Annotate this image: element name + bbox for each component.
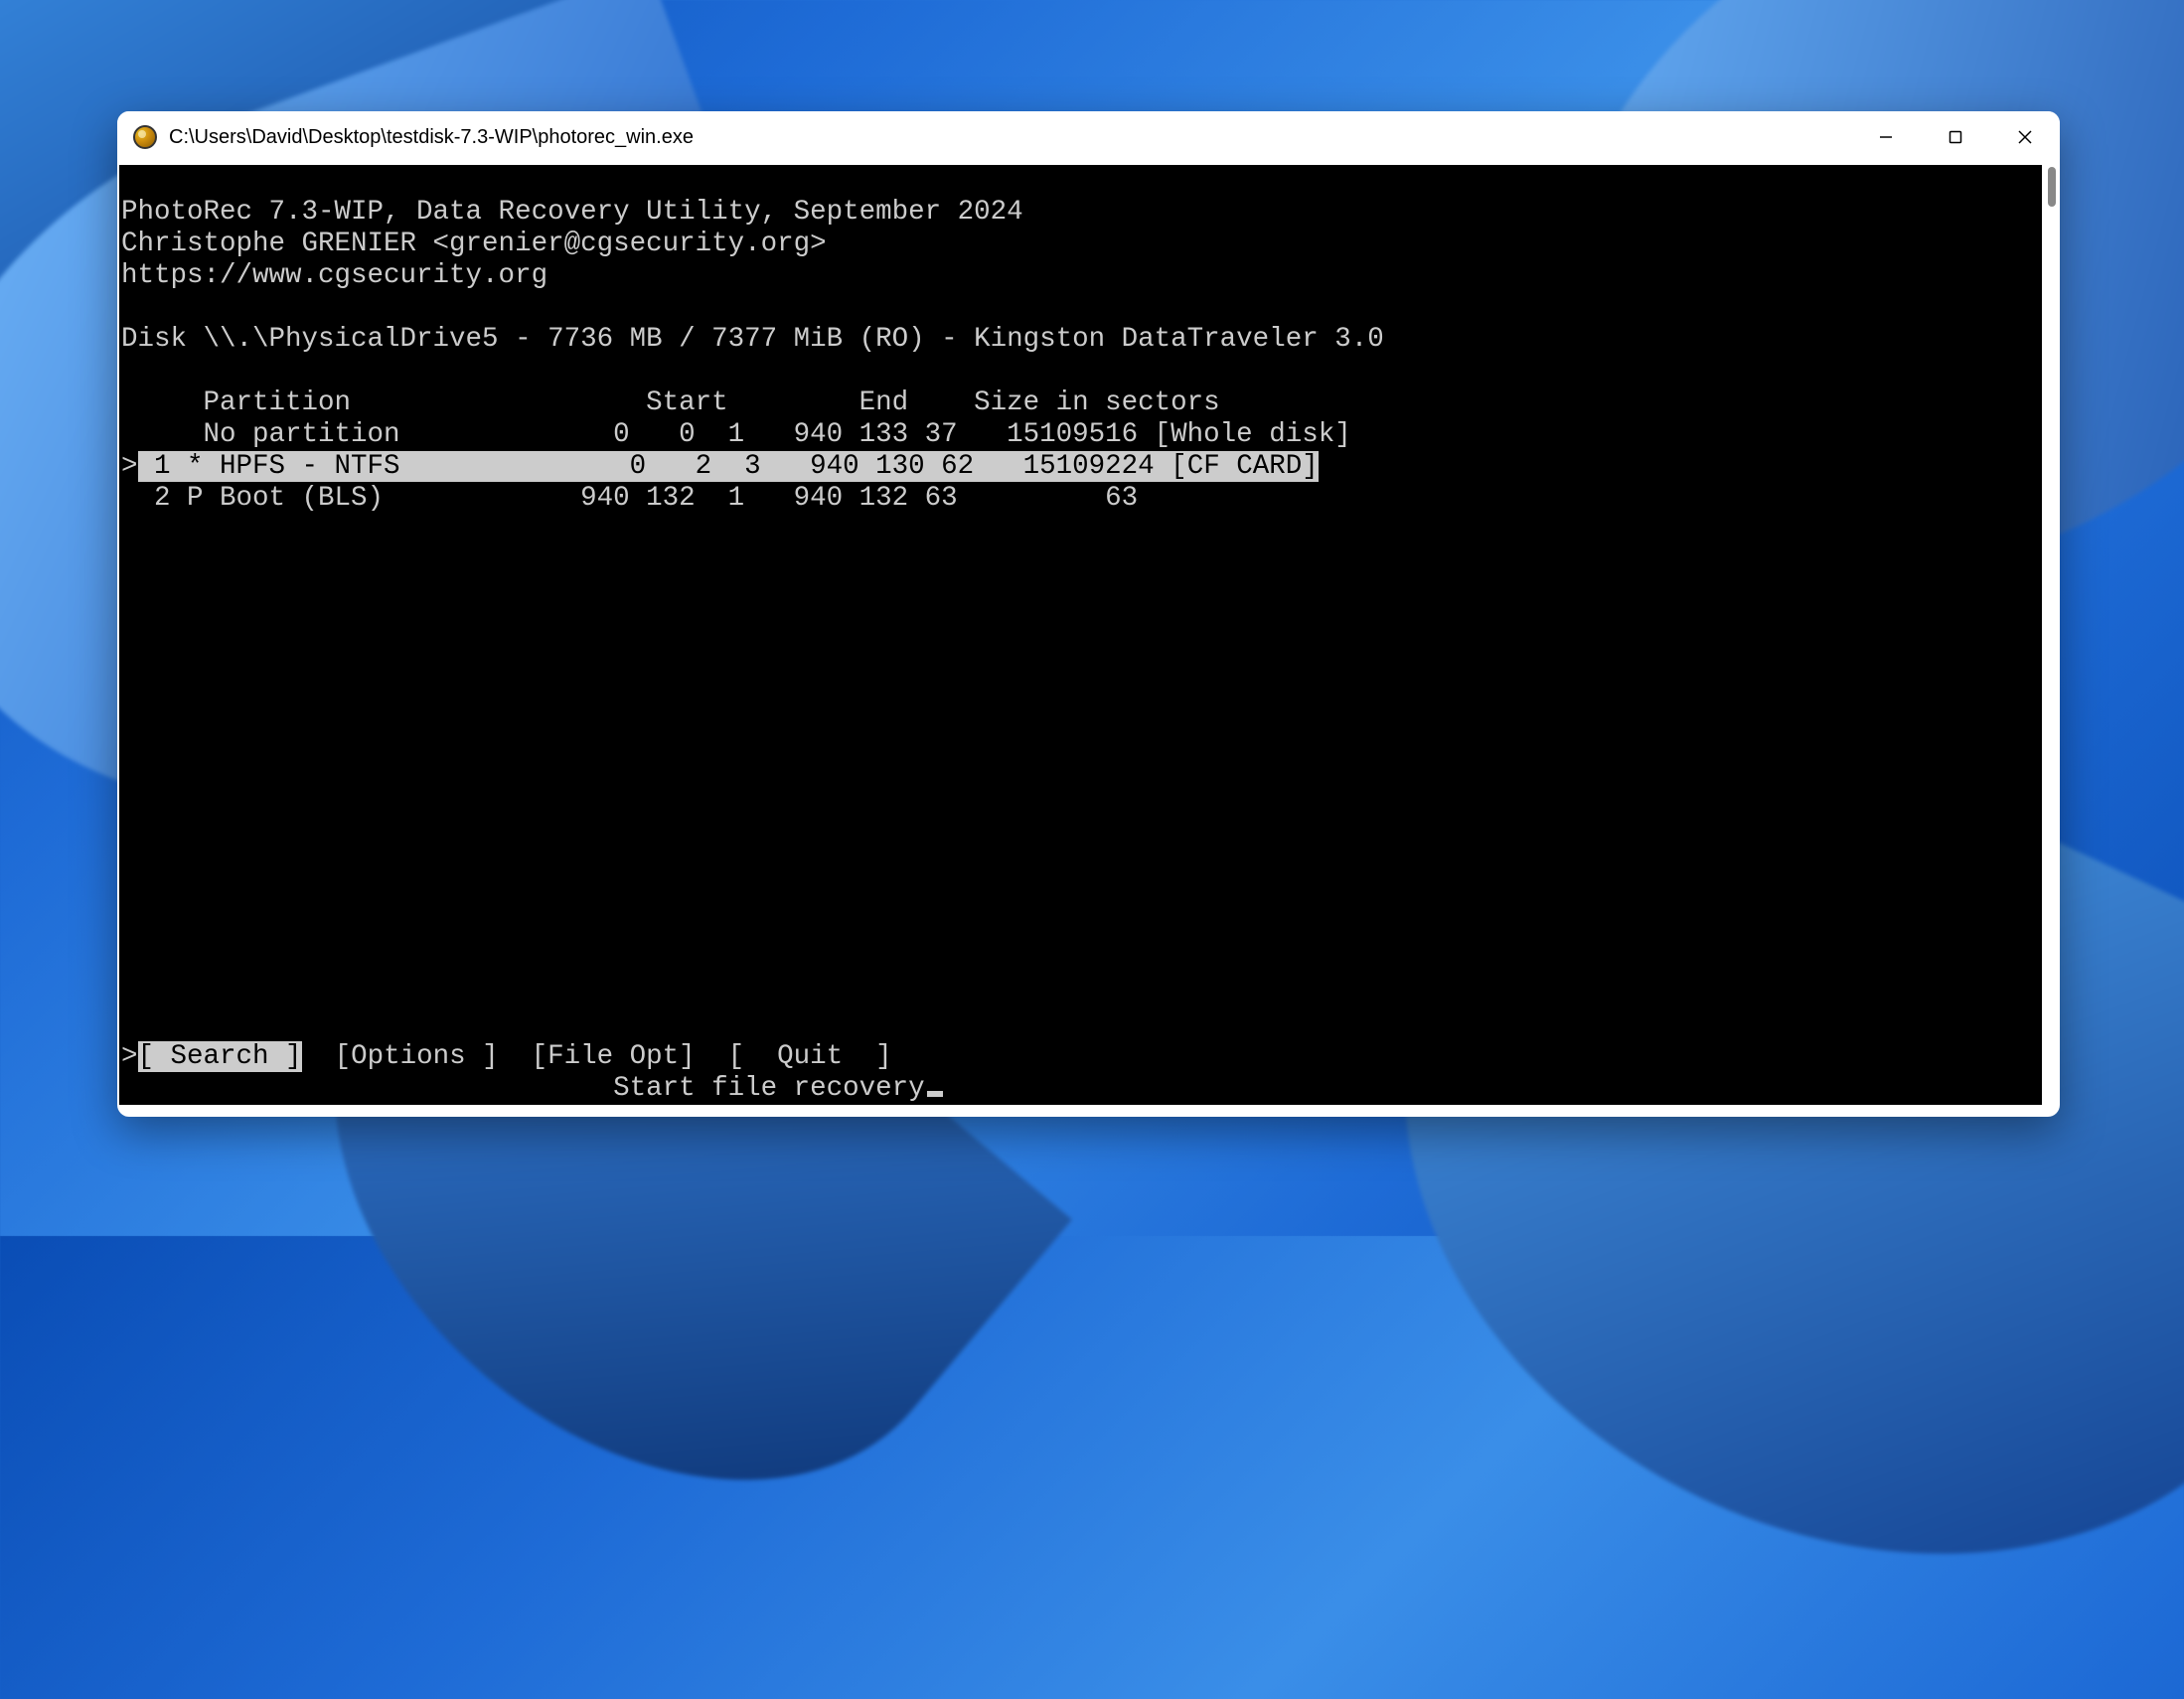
- column-headers: Partition Start End Size in sectors: [121, 387, 1220, 418]
- app-window: C:\Users\David\Desktop\testdisk-7.3-WIP\…: [117, 111, 2060, 1117]
- header-line-3: https://www.cgsecurity.org: [121, 260, 547, 291]
- header-line-2: Christophe GRENIER <grenier@cgsecurity.o…: [121, 229, 827, 259]
- scrollbar[interactable]: [2048, 167, 2056, 207]
- menu-options[interactable]: [Options ]: [335, 1041, 499, 1072]
- header-line-1: PhotoRec 7.3-WIP, Data Recovery Utility,…: [121, 197, 1023, 228]
- app-icon: [133, 125, 157, 149]
- partition-row-boot-bls[interactable]: 2 P Boot (BLS) 940 132 1 940 132 63 63: [121, 483, 1138, 514]
- cursor: [927, 1091, 943, 1097]
- partition-row-no-partition[interactable]: No partition 0 0 1 940 133 37 15109516 […: [121, 419, 1351, 450]
- partition-row-selected-arrow: >: [121, 451, 138, 482]
- maximize-button[interactable]: [1921, 111, 1990, 163]
- menu-hint: Start file recovery: [121, 1073, 925, 1104]
- menu-search[interactable]: [ Search ]: [138, 1041, 302, 1072]
- titlebar[interactable]: C:\Users\David\Desktop\testdisk-7.3-WIP\…: [117, 111, 2060, 163]
- partition-row-hpfs-ntfs[interactable]: 1 * HPFS - NTFS 0 2 3 940 130 62 1510922…: [138, 451, 1319, 482]
- menu-quit[interactable]: [ Quit ]: [728, 1041, 892, 1072]
- window-title: C:\Users\David\Desktop\testdisk-7.3-WIP\…: [169, 126, 1851, 149]
- menu-fileopt[interactable]: [File Opt]: [532, 1041, 696, 1072]
- close-button[interactable]: [1990, 111, 2060, 163]
- minimize-button[interactable]: [1851, 111, 1921, 163]
- menu-arrow: >: [121, 1041, 138, 1072]
- disk-info: Disk \\.\PhysicalDrive5 - 7736 MB / 7377…: [121, 324, 1384, 355]
- terminal[interactable]: PhotoRec 7.3-WIP, Data Recovery Utility,…: [119, 165, 2042, 1105]
